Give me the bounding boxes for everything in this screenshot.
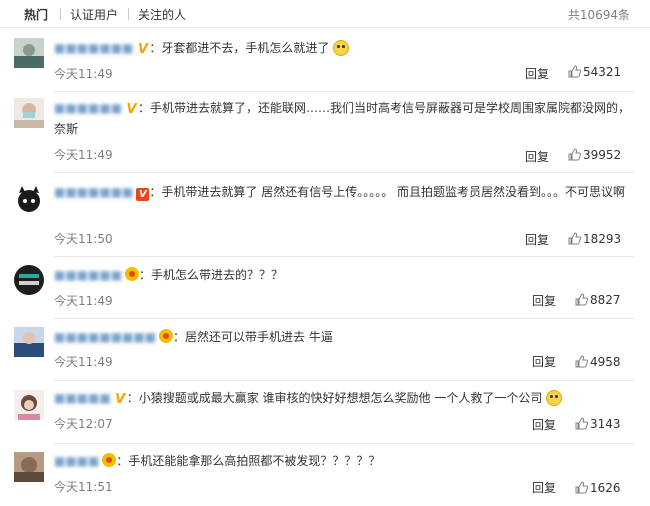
comment-username[interactable]: ■■■■■■■ xyxy=(54,41,133,55)
comment-time: 今天12:07 xyxy=(54,417,113,431)
emoji-icon xyxy=(333,40,350,56)
like-button[interactable]: 39952 xyxy=(568,148,621,162)
thumbs-up-icon xyxy=(568,232,582,245)
comment-total-count: 共10694条 xyxy=(567,8,630,22)
comment-text: ：小猿搜题或成最大赢家 谁审核的快好好想想怎么奖励他 一个人救了一个公司 xyxy=(126,391,543,405)
comment-text: ：手机带进去就算了，还能联网……我们当时高考信号屏蔽器可是学校周围家属院都没网的… xyxy=(54,101,631,136)
comment-time: 今天11:49 xyxy=(54,355,113,369)
like-button[interactable]: 8827 xyxy=(575,293,621,307)
comment-username[interactable]: ■■■■■■ xyxy=(54,101,122,115)
like-count: 8827 xyxy=(590,293,621,307)
verified-badge-icon: V xyxy=(126,102,137,117)
comment-time: 今天11:50 xyxy=(54,232,113,246)
avatar[interactable] xyxy=(14,265,44,295)
comment-tabs: 热门 认证用户 关注的人 共10694条 xyxy=(0,0,650,28)
crown-badge-icon xyxy=(125,267,140,281)
thumbs-up-icon xyxy=(568,148,582,161)
comment-username[interactable]: ■■■■■ xyxy=(54,391,111,405)
like-button[interactable]: 3143 xyxy=(575,417,621,431)
like-button[interactable]: 18293 xyxy=(568,232,621,246)
comment-body: ■■■■■ V：小猿搜题或成最大赢家 谁审核的快好好想想怎么奖励他 一个人救了一个… xyxy=(54,388,634,409)
comment-divider xyxy=(54,91,634,92)
reply-button[interactable]: 回复 xyxy=(532,353,556,370)
comment-divider xyxy=(54,172,634,173)
tab-verified-users[interactable]: 认证用户 xyxy=(70,6,118,23)
reply-button[interactable]: 回复 xyxy=(532,479,556,496)
verified-badge-icon: V xyxy=(137,42,148,57)
tab-following[interactable]: 关注的人 xyxy=(138,6,186,23)
comment-text: ：手机怎么带进去的？？？ xyxy=(139,268,284,282)
reply-button[interactable]: 回复 xyxy=(525,231,549,248)
comment-divider xyxy=(54,318,634,319)
avatar[interactable] xyxy=(14,390,44,420)
crown-badge-icon xyxy=(102,453,117,467)
verified-badge-icon: V xyxy=(115,392,126,407)
comment-divider xyxy=(54,443,634,444)
emoji-icon xyxy=(546,390,563,406)
like-count: 3143 xyxy=(590,417,621,431)
like-count: 54321 xyxy=(583,65,622,79)
reply-button[interactable]: 回复 xyxy=(532,416,556,433)
like-button[interactable]: 1626 xyxy=(575,481,621,495)
thumbs-up-icon xyxy=(575,293,589,306)
thumbs-up-icon xyxy=(575,355,589,368)
thumbs-up-icon xyxy=(568,65,582,78)
comment-username[interactable]: ■■■■■■■ xyxy=(54,185,133,199)
thumbs-up-icon xyxy=(575,481,589,494)
reply-button[interactable]: 回复 xyxy=(532,292,556,309)
avatar[interactable] xyxy=(14,327,44,357)
comment-username[interactable]: ■■■■ xyxy=(54,454,99,468)
like-count: 18293 xyxy=(583,232,622,246)
like-button[interactable]: 54321 xyxy=(568,65,621,79)
comment-body: ■■■■■■■■■ ：居然还可以带手机进去 牛逼 xyxy=(54,327,634,348)
comment-username[interactable]: ■■■■■■ xyxy=(54,268,122,282)
comment-username[interactable]: ■■■■■■■■■ xyxy=(54,330,156,344)
comment-time: 今天11:49 xyxy=(54,294,113,308)
comment-text: ：居然还可以带手机进去 牛逼 xyxy=(173,330,333,344)
like-count: 4958 xyxy=(590,355,621,369)
avatar[interactable] xyxy=(14,184,44,214)
avatar[interactable] xyxy=(14,98,44,128)
crown-badge-icon xyxy=(159,329,174,343)
comment-text: ：手机还能能拿那么高拍照都不被发现？？？？？ xyxy=(116,454,381,468)
avatar[interactable] xyxy=(14,452,44,482)
like-count: 39952 xyxy=(583,148,622,162)
tab-divider xyxy=(60,8,61,20)
comment-body: ■■■■■■■ V ：手机带进去就算了 居然还有信号上传。。。。。 而且拍题监考员居… xyxy=(54,182,634,203)
comment-body: ■■■■ ：手机还能能拿那么高拍照都不被发现？？？？？ xyxy=(54,451,634,472)
comment-body: ■■■■■■■ V：牙套都进不去，手机怎么就进了 xyxy=(54,38,634,59)
avatar[interactable] xyxy=(14,38,44,68)
thumbs-up-icon xyxy=(575,417,589,430)
like-button[interactable]: 4958 xyxy=(575,355,621,369)
comment-body: ■■■■■■ V：手机带进去就算了，还能联网……我们当时高考信号屏蔽器可是学校周围… xyxy=(54,98,634,140)
comment-time: 今天11:49 xyxy=(54,148,113,162)
comment-time: 今天11:51 xyxy=(54,480,113,494)
comment-time: 今天11:49 xyxy=(54,67,113,81)
tab-hot[interactable]: 热门 xyxy=(24,6,48,23)
comment-text: ：手机带进去就算了 居然还有信号上传。。。。。 而且拍题监考员居然没看到。。。不… xyxy=(149,185,626,199)
reply-button[interactable]: 回复 xyxy=(525,65,549,82)
verified-badge-icon: V xyxy=(136,188,150,201)
like-count: 1626 xyxy=(590,481,621,495)
comment-text: ：牙套都进不去，手机怎么就进了 xyxy=(149,41,330,55)
comment-body: ■■■■■■ ：手机怎么带进去的？？？ xyxy=(54,265,634,286)
reply-button[interactable]: 回复 xyxy=(525,148,549,165)
comment-divider xyxy=(54,256,634,257)
comment-divider xyxy=(54,380,634,381)
tab-divider xyxy=(128,8,129,20)
